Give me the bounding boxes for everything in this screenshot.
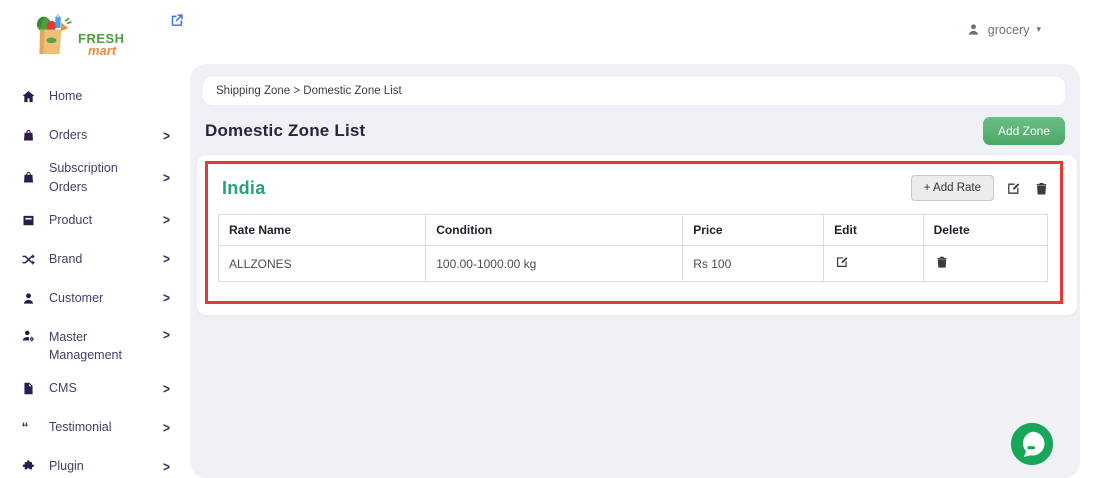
cell-price: Rs 100: [683, 246, 824, 282]
edit-zone-icon[interactable]: [1005, 180, 1022, 197]
sidebar-item-label: Brand: [49, 250, 82, 269]
breadcrumb-text: Shipping Zone > Domestic Zone List: [216, 85, 402, 97]
page-header: Domestic Zone List Add Zone: [205, 117, 1065, 145]
sidebar-item-plugin[interactable]: Plugin >: [0, 447, 186, 478]
grocery-bag-logo-icon: [30, 10, 76, 65]
sidebar-item-label: Testimonial: [49, 418, 112, 437]
sidebar-nav: HomeOrders>Subscription Orders>Product>B…: [0, 69, 186, 478]
zone-name: India: [222, 178, 266, 199]
column-header: Condition: [426, 215, 683, 246]
rate-table: Rate NameConditionPriceEditDeleteALLZONE…: [218, 214, 1048, 282]
add-zone-button[interactable]: Add Zone: [983, 117, 1065, 145]
sidebar-item-orders[interactable]: Orders >: [0, 116, 186, 155]
delete-rate-icon[interactable]: [934, 254, 950, 270]
user-icon: [966, 22, 981, 37]
cell-condition: 100.00-1000.00 kg: [426, 246, 683, 282]
sidebar-item-label: Master Management: [49, 328, 131, 366]
freshmart-logo[interactable]: FRESH mart: [30, 10, 186, 65]
sidebar-item-label: Orders: [49, 126, 87, 145]
bag-icon: [21, 170, 36, 185]
sidebar-item-master-management[interactable]: Master Management >: [0, 318, 186, 370]
content-panel: Shipping Zone > Domestic Zone List Domes…: [190, 64, 1080, 478]
puzzle-icon: [21, 459, 36, 474]
person-icon: [21, 291, 36, 306]
user-name: grocery: [988, 23, 1030, 37]
chevron-right-icon: >: [163, 458, 170, 474]
add-rate-button[interactable]: + Add Rate: [911, 175, 994, 201]
sidebar-item-customer[interactable]: Customer >: [0, 279, 186, 318]
rate-table-row: ALLZONES100.00-1000.00 kgRs 100: [219, 246, 1048, 282]
logo-wordmark: FRESH mart: [78, 32, 125, 57]
chevron-right-icon: >: [163, 251, 170, 267]
sidebar-item-cms[interactable]: CMS >: [0, 369, 186, 408]
file-icon: [21, 381, 36, 396]
external-link-icon[interactable]: [168, 11, 186, 29]
logo-mart-text: mart: [88, 44, 125, 57]
edit-rate-icon[interactable]: [834, 254, 850, 270]
svg-text:“: “: [22, 420, 29, 435]
shuffle-icon: [21, 252, 36, 267]
sidebar-item-subscription-orders[interactable]: Subscription Orders >: [0, 155, 186, 201]
zone-card: India + Add Rate: [197, 155, 1077, 315]
freshmart-admin-screen: FRESH mart HomeOrders>Subscription Order…: [0, 0, 1093, 478]
column-header: Price: [683, 215, 824, 246]
zone-actions: + Add Rate: [911, 175, 1050, 201]
sidebar-item-label: Plugin: [49, 457, 84, 476]
sidebar-item-label: Home: [49, 87, 82, 106]
highlight-box: India + Add Rate: [205, 161, 1063, 304]
chevron-right-icon: >: [163, 212, 170, 228]
column-header: Delete: [923, 215, 1047, 246]
caret-down-icon: ▾: [1036, 24, 1041, 35]
chevron-right-icon: >: [163, 380, 170, 396]
person-gear-icon: [21, 328, 36, 343]
quote-icon: “: [21, 420, 36, 435]
sidebar-item-label: CMS: [49, 379, 77, 398]
user-menu[interactable]: grocery ▾: [966, 22, 1041, 37]
column-header: Rate Name: [219, 215, 426, 246]
cell-rate_name: ALLZONES: [219, 246, 426, 282]
bag-icon: [21, 128, 36, 143]
box-icon: [21, 213, 36, 228]
column-header: Edit: [824, 215, 923, 246]
sidebar-item-label: Subscription Orders: [49, 159, 150, 197]
sidebar-item-label: Customer: [49, 289, 103, 308]
breadcrumb[interactable]: Shipping Zone > Domestic Zone List: [203, 77, 1065, 105]
zone-card-header: India + Add Rate: [208, 164, 1060, 201]
sidebar-item-testimonial[interactable]: “ Testimonial >: [0, 408, 186, 447]
sidebar: FRESH mart HomeOrders>Subscription Order…: [0, 0, 186, 478]
sidebar-item-label: Product: [49, 211, 92, 230]
chevron-right-icon: >: [163, 419, 170, 435]
delete-zone-icon[interactable]: [1033, 180, 1050, 197]
chevron-right-icon: >: [163, 170, 170, 186]
page-title: Domestic Zone List: [205, 121, 365, 141]
rate-table-header-row: Rate NameConditionPriceEditDelete: [219, 215, 1048, 246]
home-icon: [21, 89, 36, 104]
chevron-right-icon: >: [163, 127, 170, 143]
chevron-right-icon: >: [163, 326, 170, 342]
sidebar-item-brand[interactable]: Brand >: [0, 240, 186, 279]
chat-button[interactable]: [1009, 421, 1055, 467]
sidebar-item-home[interactable]: Home: [0, 77, 186, 116]
sidebar-item-product[interactable]: Product >: [0, 201, 186, 240]
chevron-right-icon: >: [163, 290, 170, 306]
